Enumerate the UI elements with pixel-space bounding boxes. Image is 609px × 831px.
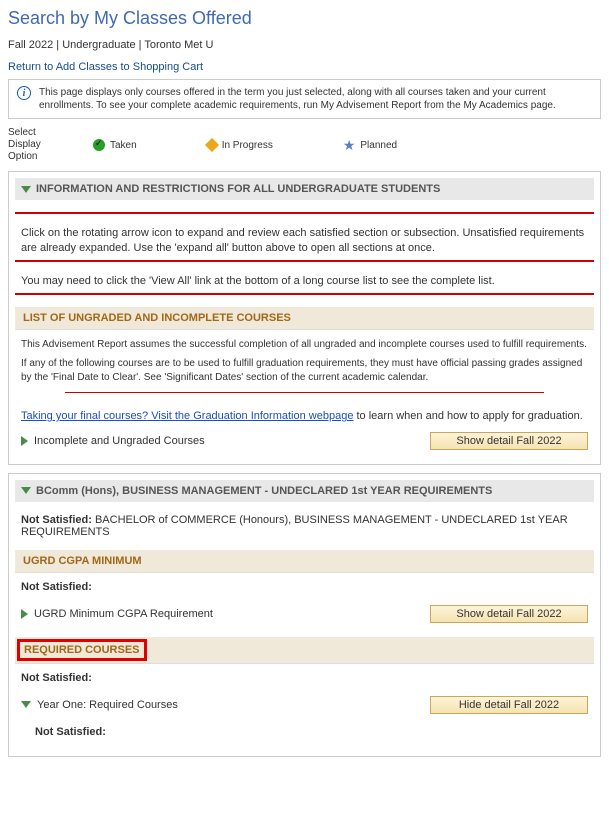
collapse-arrow-icon[interactable] (21, 487, 31, 494)
section-header-info: INFORMATION AND RESTRICTIONS FOR ALL UND… (15, 178, 594, 200)
subsection-text-2: If any of the following courses are to b… (21, 357, 588, 384)
divider (15, 293, 594, 295)
section-header-text: BComm (Hons), BUSINESS MANAGEMENT - UNDE… (36, 485, 492, 497)
hide-detail-button[interactable]: Hide detail Fall 2022 (430, 696, 588, 714)
expand-arrow-icon[interactable] (21, 436, 28, 446)
not-satisfied-label: Not Satisfied: (21, 514, 92, 526)
legend-planned-label: Planned (360, 140, 397, 151)
page-title: Search by My Classes Offered (8, 8, 601, 29)
not-satisfied-cgpa: Not Satisfied: (21, 581, 588, 593)
legend-taken: Taken (93, 139, 137, 151)
grad-tail: to learn when and how to apply for gradu… (353, 410, 582, 422)
return-link[interactable]: Return to Add Classes to Shopping Cart (8, 61, 203, 73)
section-header-text: INFORMATION AND RESTRICTIONS FOR ALL UND… (36, 183, 440, 195)
not-satisfied-text: BACHELOR of COMMERCE (Honours), BUSINESS… (21, 514, 568, 538)
section-header-bcomm: BComm (Hons), BUSINESS MANAGEMENT - UNDE… (15, 480, 594, 502)
divider (15, 260, 594, 262)
divider (15, 212, 594, 214)
breadcrumb: Fall 2022 | Undergraduate | Toronto Met … (8, 39, 601, 51)
section-info-restrictions: INFORMATION AND RESTRICTIONS FOR ALL UND… (8, 171, 601, 465)
grad-info-text: Taking your final courses? Visit the Gra… (21, 409, 588, 424)
required-courses-highlight: REQUIRED COURSES (15, 637, 594, 664)
subsection-ungraded-header: LIST OF UNGRADED AND INCOMPLETE COURSES (15, 307, 594, 330)
taken-icon (93, 139, 105, 151)
not-satisfied-required: Not Satisfied: (21, 672, 588, 684)
info-text: This page displays only courses offered … (39, 86, 592, 112)
subsection-cgpa-header: UGRD CGPA MINIMUM (15, 550, 594, 573)
not-satisfied-year-one: Not Satisfied: (35, 726, 588, 738)
cgpa-req-label: UGRD Minimum CGPA Requirement (34, 608, 213, 620)
legend-label: Select Display Option (8, 127, 63, 163)
collapse-arrow-icon[interactable] (21, 186, 31, 193)
year-one-req-label: Year One: Required Courses (37, 699, 178, 711)
not-satisfied-main: Not Satisfied: BACHELOR of COMMERCE (Hon… (21, 514, 588, 538)
divider (65, 392, 544, 393)
subsection-required-header: REQUIRED COURSES (24, 644, 140, 656)
progress-icon (205, 138, 219, 152)
legend-row: Select Display Option Taken In Progress … (8, 127, 601, 163)
expand-arrow-icon[interactable] (21, 609, 28, 619)
legend-taken-label: Taken (110, 140, 137, 151)
show-detail-button[interactable]: Show detail Fall 2022 (430, 605, 588, 623)
subsection-text-1: This Advisement Report assumes the succe… (21, 338, 588, 352)
collapse-arrow-icon[interactable] (21, 701, 31, 708)
info-box: i This page displays only courses offere… (8, 79, 601, 119)
legend-progress: In Progress (207, 140, 273, 151)
planned-icon: ★ (343, 137, 356, 154)
instruction-text-2: You may need to click the 'View All' lin… (21, 274, 588, 289)
graduation-link[interactable]: Taking your final courses? Visit the Gra… (21, 410, 353, 422)
incomplete-req-label: Incomplete and Ungraded Courses (34, 435, 205, 447)
legend-planned: ★ Planned (343, 137, 397, 154)
show-detail-button[interactable]: Show detail Fall 2022 (430, 432, 588, 450)
instruction-text-1: Click on the rotating arrow icon to expa… (21, 226, 588, 256)
section-bcomm: BComm (Hons), BUSINESS MANAGEMENT - UNDE… (8, 473, 601, 757)
info-icon: i (17, 86, 31, 100)
legend-progress-label: In Progress (222, 140, 273, 151)
